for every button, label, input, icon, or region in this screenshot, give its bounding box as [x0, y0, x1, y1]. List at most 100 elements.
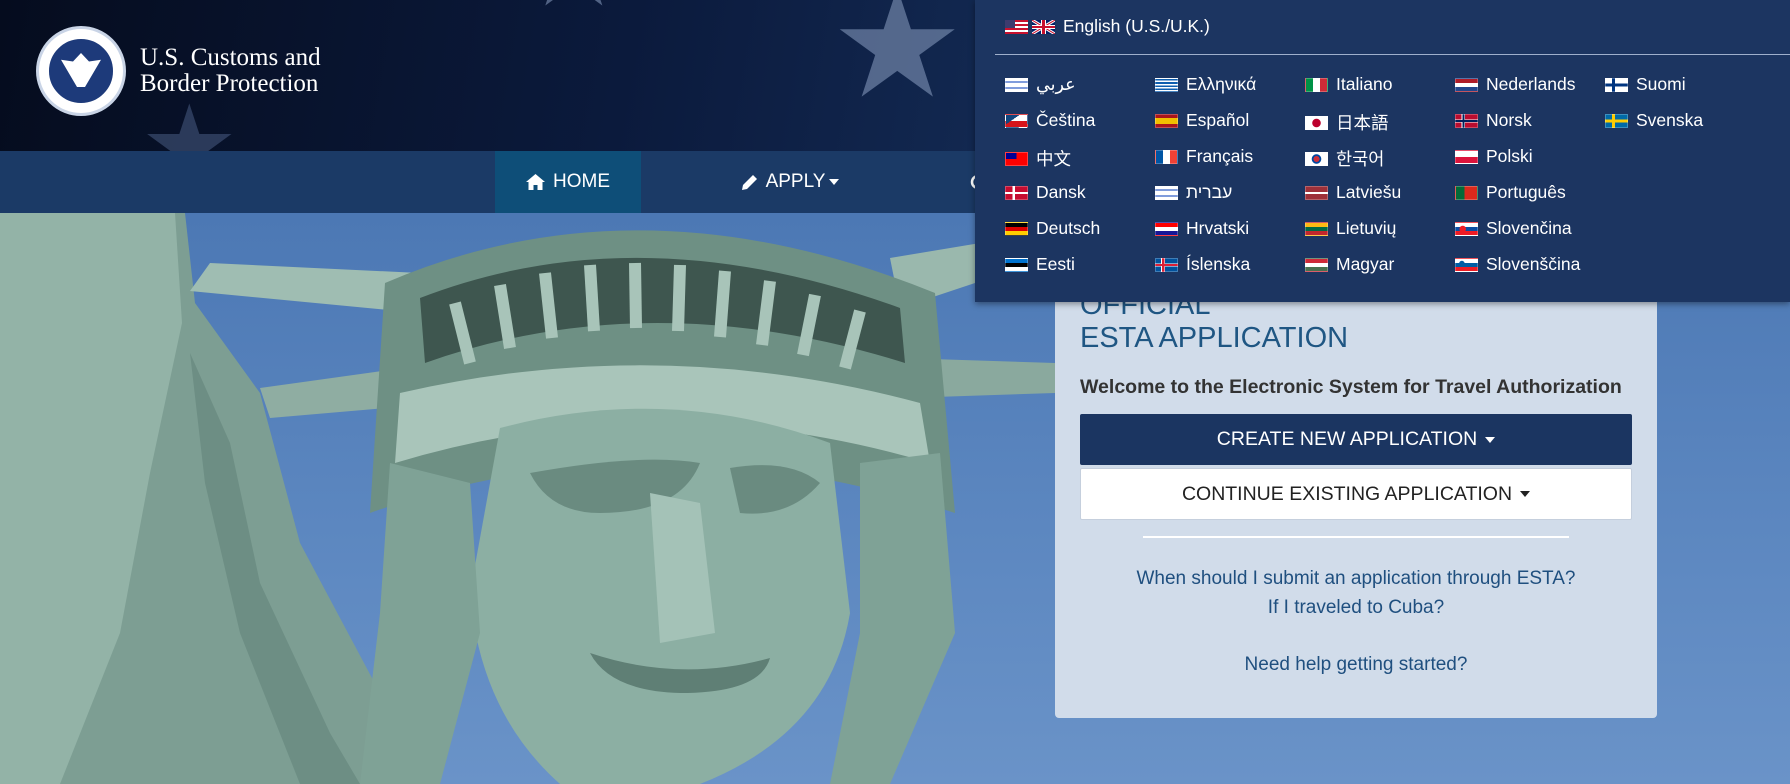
czech-flag-icon — [1005, 113, 1028, 128]
language-label: Latviešu — [1336, 182, 1402, 202]
language-current-label: English (U.S./U.K.) — [1063, 16, 1210, 36]
create-new-application-button[interactable]: CREATE NEW APPLICATION — [1080, 414, 1632, 465]
language-option[interactable]: Norsk — [1455, 110, 1532, 131]
welcome-text: Welcome to the Electronic System for Tra… — [1080, 376, 1622, 398]
link-help-getting-started[interactable]: Need help getting started? — [1055, 654, 1657, 676]
language-option[interactable]: Slovenščina — [1455, 254, 1580, 275]
language-option[interactable]: Português — [1455, 182, 1566, 203]
language-option[interactable]: 日本語 — [1305, 110, 1389, 135]
cbp-logo-link[interactable]: U.S. Customs and Border Protection — [36, 26, 321, 116]
flag-star-decoration: ★ — [830, 0, 965, 132]
language-option[interactable]: 한국어 — [1305, 146, 1384, 171]
language-label: Suomi — [1636, 74, 1686, 94]
language-label: عربي — [1036, 74, 1076, 94]
language-option[interactable]: Dansk — [1005, 182, 1086, 203]
lithuania-flag-icon — [1305, 221, 1328, 236]
greece-flag-icon — [1155, 77, 1178, 92]
language-option[interactable]: Polski — [1455, 146, 1533, 167]
language-option[interactable]: Français — [1155, 146, 1253, 167]
italy-flag-icon — [1305, 77, 1328, 92]
language-option[interactable]: Ελληνικά — [1155, 74, 1256, 95]
language-divider — [995, 54, 1790, 55]
nav-home-label: HOME — [553, 171, 610, 192]
language-label: Italiano — [1336, 74, 1393, 94]
statue-of-liberty-image — [0, 213, 1055, 784]
nav-apply-label: APPLY — [765, 171, 826, 192]
language-label: Čeština — [1036, 110, 1096, 130]
estonia-flag-icon — [1005, 257, 1028, 272]
link-cuba-travel[interactable]: If I traveled to Cuba? — [1055, 597, 1657, 619]
language-option[interactable]: עברית — [1155, 182, 1232, 203]
continue-existing-application-button[interactable]: CONTINUE EXISTING APPLICATION — [1080, 468, 1632, 520]
language-label: Slovenčina — [1486, 218, 1572, 238]
croatia-flag-icon — [1155, 221, 1178, 236]
spain-flag-icon — [1155, 113, 1178, 128]
language-option[interactable]: Deutsch — [1005, 218, 1100, 239]
denmark-flag-icon — [1005, 185, 1028, 200]
israel-flag-icon — [1005, 77, 1028, 92]
language-label: Íslenska — [1186, 254, 1251, 274]
slovenia-flag-icon — [1455, 257, 1478, 272]
language-dropdown: English (U.S./U.K.) عربي Čeština 中文 Dans… — [975, 0, 1790, 302]
language-label: 中文 — [1036, 149, 1071, 169]
us-flag-icon — [1005, 19, 1028, 34]
language-option[interactable]: Latviešu — [1305, 182, 1401, 203]
chevron-down-icon — [829, 179, 840, 185]
portugal-flag-icon — [1455, 185, 1478, 200]
language-label: Dansk — [1036, 182, 1086, 202]
language-label: Norsk — [1486, 110, 1532, 130]
chevron-down-icon — [1520, 491, 1531, 497]
israel-flag-icon — [1155, 185, 1178, 200]
finland-flag-icon — [1605, 77, 1628, 92]
language-label: Deutsch — [1036, 218, 1101, 238]
language-option[interactable]: 中文 — [1005, 146, 1071, 171]
language-option[interactable]: Eesti — [1005, 254, 1075, 275]
language-label: Español — [1186, 110, 1250, 130]
latvia-flag-icon — [1305, 185, 1328, 200]
brand-line-2: Border Protection — [140, 70, 319, 97]
germany-flag-icon — [1005, 221, 1028, 236]
france-flag-icon — [1155, 149, 1178, 164]
create-button-label: CREATE NEW APPLICATION — [1216, 428, 1478, 450]
netherlands-flag-icon — [1455, 77, 1478, 92]
language-label: Français — [1186, 146, 1254, 166]
brand-line-1: U.S. Customs and — [140, 44, 321, 71]
language-option[interactable]: Español — [1155, 110, 1249, 131]
esta-card: OFFICIAL ESTA APPLICATION Welcome to the… — [1055, 265, 1657, 718]
slovakia-flag-icon — [1455, 221, 1478, 236]
language-option[interactable]: Italiano — [1305, 74, 1392, 95]
nav-apply[interactable]: APPLY — [740, 151, 840, 213]
sweden-flag-icon — [1605, 113, 1628, 128]
language-option[interactable]: Hrvatski — [1155, 218, 1249, 239]
pencil-icon — [741, 174, 757, 190]
language-option[interactable]: Íslenska — [1155, 254, 1250, 275]
nav-home[interactable]: HOME — [495, 151, 641, 213]
dhs-seal-icon — [36, 26, 126, 116]
korea-flag-icon — [1305, 151, 1328, 166]
language-label: Português — [1486, 182, 1566, 202]
language-option[interactable]: Slovenčina — [1455, 218, 1572, 239]
language-label: 日本語 — [1336, 113, 1389, 133]
chevron-down-icon — [1485, 436, 1496, 443]
language-label: עברית — [1186, 182, 1233, 202]
language-option[interactable]: Nederlands — [1455, 74, 1576, 95]
language-label: Svenska — [1636, 110, 1704, 130]
title-line-2: ESTA APPLICATION — [1080, 322, 1349, 354]
hungary-flag-icon — [1305, 257, 1328, 272]
language-option[interactable]: Lietuvių — [1305, 218, 1396, 239]
language-label: 한국어 — [1336, 149, 1385, 169]
language-option[interactable]: Suomi — [1605, 74, 1686, 95]
continue-button-label: CONTINUE EXISTING APPLICATION — [1181, 482, 1513, 505]
language-label: Eesti — [1036, 254, 1075, 274]
language-label: Magyar — [1336, 254, 1395, 274]
brand-name: U.S. Customs and Border Protection — [140, 45, 321, 97]
language-option[interactable]: عربي — [1005, 74, 1076, 95]
language-label: Slovenščina — [1486, 254, 1581, 274]
language-option[interactable]: Čeština — [1005, 110, 1095, 131]
language-label: Hrvatski — [1186, 218, 1250, 238]
link-when-to-submit[interactable]: When should I submit an application thro… — [1055, 568, 1657, 590]
language-label: Polski — [1486, 146, 1533, 166]
language-current[interactable]: English (U.S./U.K.) — [1005, 16, 1210, 37]
language-option[interactable]: Magyar — [1305, 254, 1394, 275]
language-option[interactable]: Svenska — [1605, 110, 1703, 131]
